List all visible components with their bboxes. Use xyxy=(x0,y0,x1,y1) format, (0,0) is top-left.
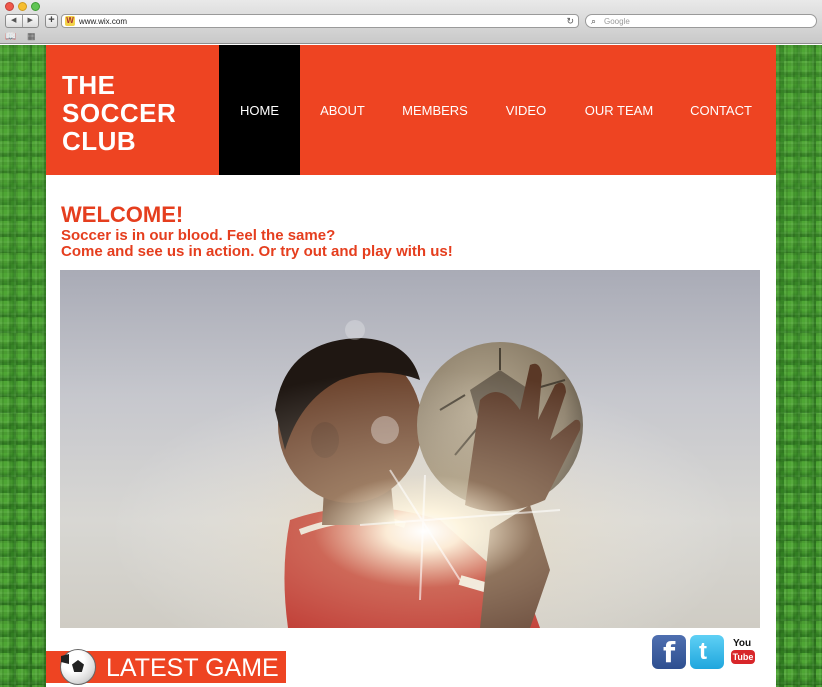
search-bar[interactable]: ⌕ Google xyxy=(585,14,817,28)
welcome-title: WELCOME! xyxy=(61,202,184,227)
latest-game-label: LATEST GAME xyxy=(106,654,279,682)
facebook-icon[interactable]: f xyxy=(652,635,686,669)
back-button[interactable]: ◀ xyxy=(6,15,22,27)
bookmarks-icon[interactable]: 📖 xyxy=(5,31,16,41)
reload-icon[interactable]: ↻ xyxy=(566,15,574,27)
logo-line: THE xyxy=(62,70,116,100)
top-sites-icon[interactable]: ▦ xyxy=(27,31,36,41)
browser-toolbar: ◀ ▶ + W www.wix.com ↻ ⌕ Google 📖 ▦ xyxy=(0,0,822,44)
main-nav: HOME ABOUT MEMBERS VIDEO OUR TEAM CONTAC… xyxy=(219,45,771,175)
youtube-you-text: You xyxy=(733,638,752,649)
nav-item-our-team[interactable]: OUR TEAM xyxy=(567,45,671,175)
hero-photo xyxy=(60,270,760,628)
nav-item-contact[interactable]: CONTACT xyxy=(671,45,771,175)
search-input[interactable]: Google xyxy=(604,16,630,27)
nav-item-about[interactable]: ABOUT xyxy=(300,45,385,175)
soccer-ball-icon xyxy=(60,649,96,685)
nav-item-home[interactable]: HOME xyxy=(219,45,300,175)
minimize-window-icon[interactable] xyxy=(18,2,27,11)
facebook-glyph: f xyxy=(663,636,676,669)
close-window-icon[interactable] xyxy=(5,2,14,11)
nav-item-video[interactable]: VIDEO xyxy=(485,45,567,175)
youtube-tube-text: Tube xyxy=(731,650,755,664)
logo-line: SOCCER xyxy=(62,98,177,128)
favicon-icon: W xyxy=(65,16,75,26)
site-page: THE SOCCER CLUB HOME ABOUT MEMBERS VIDEO… xyxy=(46,45,776,687)
nav-item-members[interactable]: MEMBERS xyxy=(385,45,485,175)
zoom-window-icon[interactable] xyxy=(31,2,40,11)
youtube-icon[interactable]: You Tube xyxy=(730,635,760,669)
history-buttons: ◀ ▶ xyxy=(5,14,39,28)
address-bar[interactable]: W www.wix.com ↻ xyxy=(61,14,579,28)
boy-kissing-ball-illustration xyxy=(60,270,760,628)
logo-line: CLUB xyxy=(62,126,137,156)
site-header: THE SOCCER CLUB HOME ABOUT MEMBERS VIDEO… xyxy=(46,45,776,175)
forward-button[interactable]: ▶ xyxy=(21,15,39,27)
twitter-glyph: t xyxy=(699,638,707,665)
twitter-icon[interactable]: t xyxy=(690,635,724,669)
search-icon: ⌕ xyxy=(591,16,597,26)
url-text[interactable]: www.wix.com xyxy=(79,16,127,27)
site-logo[interactable]: THE SOCCER CLUB xyxy=(62,71,212,155)
new-tab-button[interactable]: + xyxy=(45,14,58,28)
welcome-subtitle-line-2: Come and see us in action. Or try out an… xyxy=(61,243,453,260)
latest-game-banner[interactable]: LATEST GAME xyxy=(46,649,286,685)
